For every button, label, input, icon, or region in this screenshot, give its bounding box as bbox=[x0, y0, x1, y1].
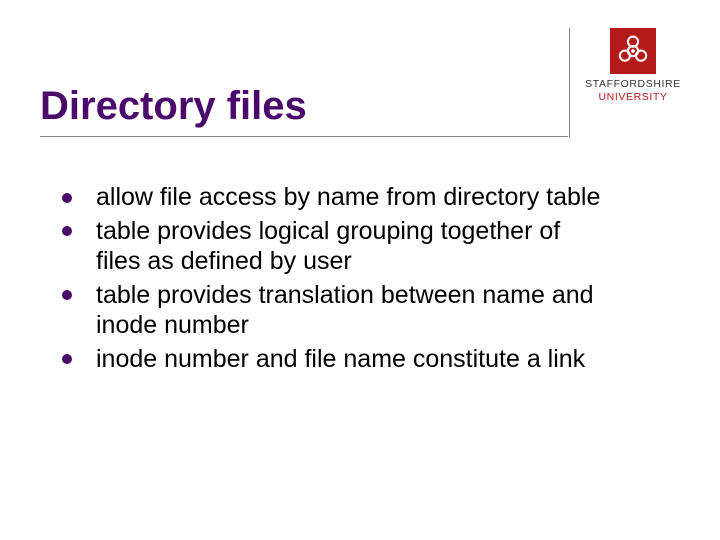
list-item: table provides translation between name … bbox=[62, 280, 610, 341]
list-item: table provides logical grouping together… bbox=[62, 216, 610, 277]
university-logo: STAFFORDSHIRE UNIVERSITY bbox=[584, 28, 682, 104]
logo-line2: UNIVERSITY bbox=[584, 91, 682, 104]
list-item: allow file access by name from directory… bbox=[62, 182, 610, 213]
list-item: inode number and file name constitute a … bbox=[62, 344, 610, 375]
bullet-list: allow file access by name from directory… bbox=[62, 182, 610, 377]
logo-text: STAFFORDSHIRE UNIVERSITY bbox=[584, 78, 682, 104]
header-divider bbox=[569, 28, 570, 138]
logo-mark-icon bbox=[610, 28, 656, 74]
slide-title: Directory files bbox=[40, 84, 307, 129]
title-underline bbox=[40, 136, 568, 137]
logo-line1: STAFFORDSHIRE bbox=[584, 78, 682, 91]
